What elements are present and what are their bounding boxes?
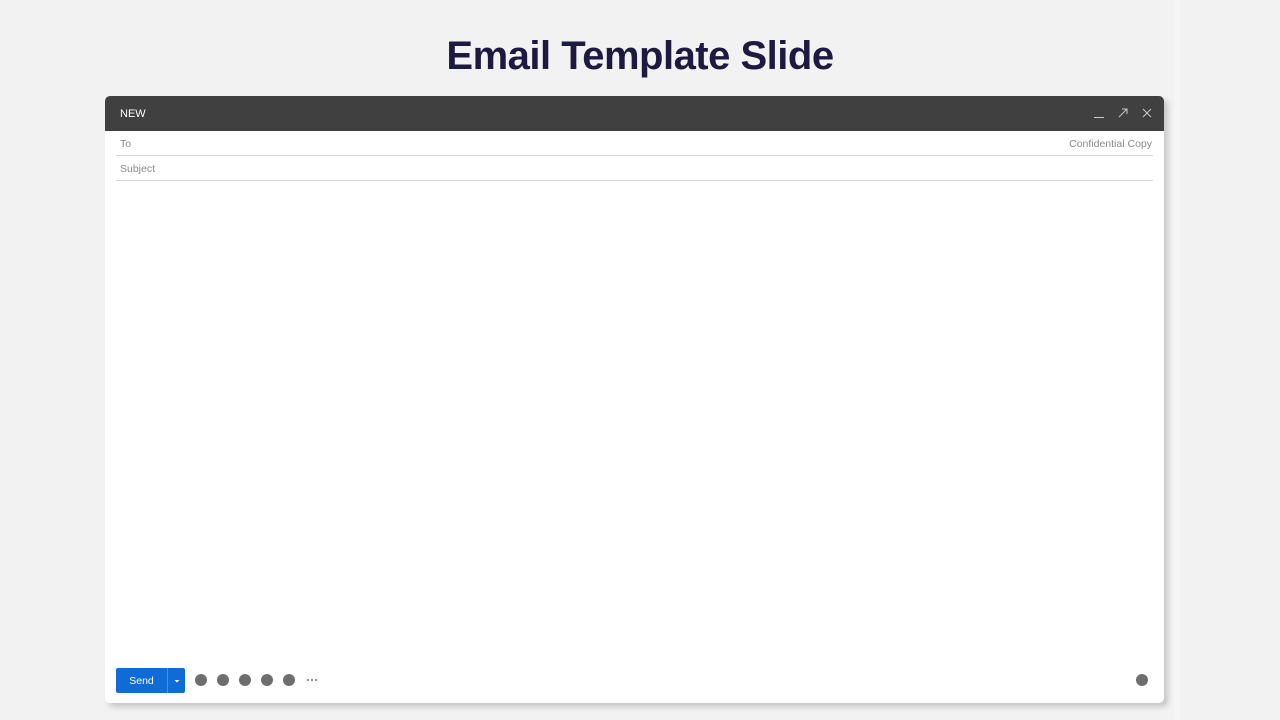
minimize-icon[interactable]: [1090, 104, 1108, 122]
slide: Email Template Slide NEW To Confidential…: [0, 0, 1280, 720]
send-button-group: Send: [116, 668, 185, 693]
email-compose-window: NEW To Confidential Copy Subject Send: [105, 96, 1164, 703]
insert-image-icon[interactable]: [283, 674, 295, 686]
window-controls: [1090, 104, 1156, 122]
to-field[interactable]: To Confidential Copy: [116, 131, 1153, 156]
slide-title: Email Template Slide: [446, 34, 834, 78]
insert-link-icon[interactable]: [239, 674, 251, 686]
window-titlebar: NEW: [105, 96, 1164, 131]
subject-label: Subject: [120, 163, 156, 175]
discard-draft-icon[interactable]: [1136, 674, 1148, 686]
attach-file-icon[interactable]: [217, 674, 229, 686]
format-text-icon[interactable]: [195, 674, 207, 686]
send-options-button[interactable]: [167, 668, 185, 693]
expand-icon[interactable]: [1114, 104, 1132, 122]
close-icon[interactable]: [1138, 104, 1156, 122]
insert-emoji-icon[interactable]: [261, 674, 273, 686]
slide-edge: [1174, 0, 1180, 720]
window-title: NEW: [120, 108, 146, 120]
confidential-copy-link[interactable]: Confidential Copy: [1069, 138, 1152, 150]
chevron-down-icon: [174, 679, 179, 682]
more-options-icon[interactable]: [305, 674, 319, 686]
subject-field[interactable]: Subject: [116, 156, 1153, 181]
message-body[interactable]: [116, 184, 1153, 654]
send-button[interactable]: Send: [116, 668, 167, 693]
to-label: To: [120, 138, 132, 150]
compose-toolbar: Send: [116, 668, 1153, 694]
formatting-tools: [195, 674, 319, 686]
